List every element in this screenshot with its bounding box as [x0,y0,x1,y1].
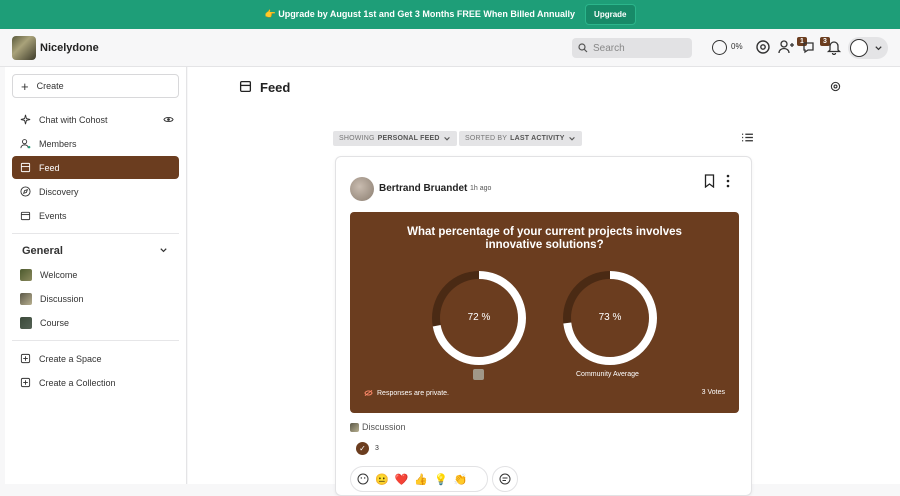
divider [12,340,179,341]
create-button[interactable]: + Create [12,74,179,98]
sidebar: + Create Chat with Cohost Members Feed D… [5,67,187,484]
settings-icon[interactable] [755,39,771,55]
user-answer-value: 72 % [467,312,491,323]
sidebar-item-label: Events [39,210,67,221]
space-thumbnail [350,422,359,432]
sidebar-item-chat-with-cohost[interactable]: Chat with Cohost [12,108,179,131]
eye-icon[interactable] [163,114,174,125]
sidebar-item-label: Members [39,138,77,149]
create-collection-button[interactable]: Create a Collection [12,371,179,394]
user-mini-avatar [473,369,484,380]
sparkle-icon [20,114,31,125]
space-thumbnail [20,316,32,329]
sidebar-item-label: Discussion [40,293,84,304]
community-average-label: Community Average [576,371,639,378]
sidebar-item-discussion[interactable]: Discussion [12,287,179,310]
author-avatar[interactable] [350,177,374,201]
feed-filter-dropdown[interactable]: SHOWING PERSONAL FEED [333,131,457,146]
main-content: Feed SHOWING PERSONAL FEED SORTED BY LAS… [188,67,900,496]
eye-off-icon [364,389,373,397]
chevron-down-icon[interactable] [159,246,168,255]
bookmark-icon[interactable] [703,174,716,188]
sidebar-item-label: Chat with Cohost [39,114,108,125]
check-icon[interactable]: ✓ [356,442,369,455]
progress-ring-icon[interactable] [712,40,727,55]
community-logo[interactable] [12,36,36,60]
feed-icon [20,162,31,173]
chevron-down-icon [875,45,882,50]
sidebar-item-feed[interactable]: Feed [12,156,179,179]
post-space-link[interactable]: Discussion [350,422,406,432]
add-reaction-icon[interactable] [357,473,369,485]
gear-icon[interactable] [830,81,841,92]
sort-value: LAST ACTIVITY [510,135,565,142]
members-icon [20,139,31,149]
filter-value: PERSONAL FEED [377,135,440,142]
reaction-bar: 😐 ❤️ 👍 💡 👏 [350,466,488,492]
create-label: Create [36,81,64,91]
sort-dropdown[interactable]: SORTED BY LAST ACTIVITY [459,131,582,146]
sidebar-item-label: Course [40,317,70,328]
poll-question: What percentage of your current projects… [407,226,682,251]
plus-icon: + [21,78,29,94]
banner-text: 👉 Upgrade by August 1st and Get 3 Months… [264,9,576,19]
comment-button[interactable] [492,466,518,492]
chevron-down-icon [443,136,450,141]
bell-icon[interactable] [826,39,842,55]
user-avatar [850,39,868,57]
feed-icon [239,80,252,93]
chevron-down-icon [568,136,575,141]
top-bar: Nicelydone Search 0% 1 3 [0,29,900,67]
filter-label: SHOWING [339,135,375,142]
comment-icon [499,473,511,485]
sort-label: SORTED BY [465,135,508,142]
calendar-icon [20,211,31,221]
page-title: Feed [260,80,291,95]
sidebar-item-members[interactable]: Members [12,132,179,155]
more-options-icon[interactable] [724,174,732,188]
community-average-value: 73 % [598,312,622,323]
votes-count: 3 Votes [701,389,725,396]
divider [12,233,179,234]
create-space-button[interactable]: Create a Space [12,347,179,370]
responses-text: Responses are private. [377,389,449,397]
sidebar-item-course[interactable]: Course [12,311,179,334]
sidebar-item-label: Feed [39,162,60,173]
completion-row: ✓ 3 [356,442,379,455]
sidebar-item-label: Discovery [39,186,79,197]
create-space-label: Create a Space [39,353,102,364]
space-thumbnail [20,292,32,305]
completion-count: 3 [375,445,379,452]
add-user-icon[interactable] [778,39,794,55]
sidebar-item-events[interactable]: Events [12,204,179,227]
space-thumbnail [20,268,32,281]
search-input[interactable]: Search [572,38,692,58]
search-icon [578,43,588,53]
post-card: Bertrand Bruandet 1h ago What percentage… [335,156,752,496]
poll-result-panel: What percentage of your current projects… [350,212,739,413]
author-name[interactable]: Bertrand Bruandet [379,183,467,194]
sidebar-item-welcome[interactable]: Welcome [12,263,179,286]
sidebar-item-discovery[interactable]: Discovery [12,180,179,203]
compass-icon [20,186,31,197]
progress-percent: 0% [731,42,743,51]
upgrade-button[interactable]: Upgrade [585,4,636,25]
plus-square-icon [20,377,31,388]
create-collection-label: Create a Collection [39,377,116,388]
search-placeholder: Search [593,42,625,54]
upgrade-banner: 👉 Upgrade by August 1st and Get 3 Months… [0,0,900,29]
post-time[interactable]: 1h ago [470,185,491,192]
space-name: Discussion [362,422,406,432]
responses-private-note: Responses are private. [364,389,449,397]
messages-icon[interactable] [802,39,818,55]
user-menu[interactable] [848,37,888,59]
plus-square-icon [20,353,31,364]
list-view-icon[interactable] [741,131,754,144]
section-title-general[interactable]: General [22,245,63,257]
community-name[interactable]: Nicelydone [40,42,99,54]
sidebar-item-label: Welcome [40,269,78,280]
